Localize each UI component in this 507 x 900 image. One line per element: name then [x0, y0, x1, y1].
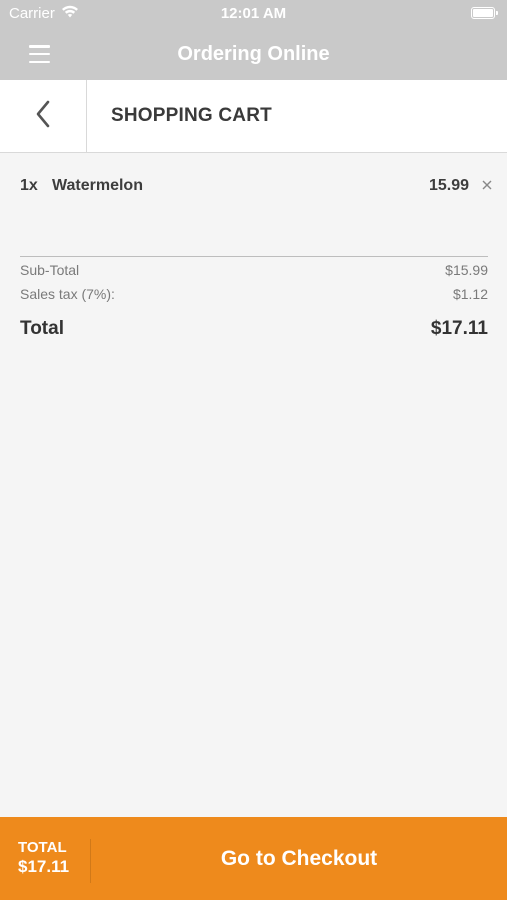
page-title: SHOPPING CART — [111, 105, 272, 126]
footer-total-label: TOTAL — [18, 839, 67, 856]
cart-item: 1x Watermelon 15.99 — [20, 177, 494, 199]
tax-row: Sales tax (7%): $1.12 — [20, 286, 488, 304]
status-bar: Carrier 12:01 AM — [0, 0, 507, 28]
footer-total: TOTAL $17.11 — [18, 839, 69, 877]
nav-bar: Ordering Online — [0, 28, 507, 80]
top-bar: Carrier 12:01 AM Ordering Online — [0, 0, 507, 80]
hamburger-menu-icon[interactable] — [18, 42, 62, 66]
status-time: 12:01 AM — [220, 5, 287, 22]
total-row: Total $17.11 — [20, 318, 488, 342]
back-button[interactable] — [0, 80, 87, 153]
cart-item-name: Watermelon — [52, 177, 143, 194]
subtotal-value: $15.99 — [445, 262, 488, 278]
tax-label: Sales tax (7%): — [20, 286, 115, 302]
summary-divider — [20, 256, 488, 257]
nav-title: Ordering Online — [177, 42, 330, 65]
subtotal-label: Sub-Total — [20, 262, 80, 278]
cart-header: SHOPPING CART — [0, 80, 507, 153]
cart-item-price: 15.99 — [428, 177, 469, 194]
tax-value: $1.12 — [452, 286, 488, 302]
app-screen: Carrier 12:01 AM Ordering Online SHOPPIN… — [0, 0, 507, 900]
close-icon[interactable] — [480, 178, 494, 192]
chevron-left-icon — [35, 100, 51, 133]
total-value: $17.11 — [430, 318, 488, 339]
battery-icon — [471, 7, 498, 19]
subtotal-row: Sub-Total $15.99 — [20, 262, 488, 280]
checkout-footer: TOTAL $17.11 Go to Checkout — [0, 817, 507, 900]
total-label: Total — [20, 318, 64, 339]
checkout-button[interactable]: Go to Checkout — [91, 817, 507, 900]
cart-item-qty: 1x — [20, 177, 38, 194]
footer-total-value: $17.11 — [18, 857, 70, 876]
